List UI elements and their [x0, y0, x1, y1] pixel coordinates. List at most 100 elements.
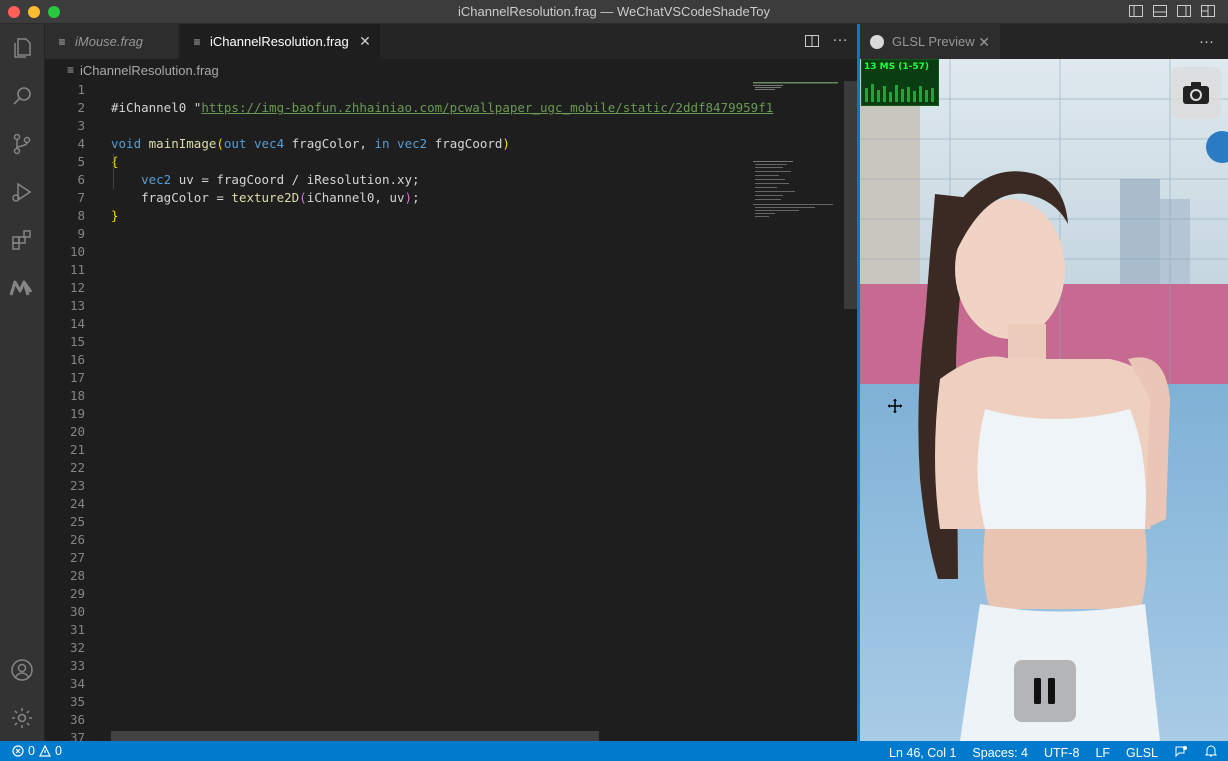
tab-label: iMouse.frag [75, 34, 143, 49]
language-mode[interactable]: GLSL [1126, 746, 1158, 760]
file-lines-icon: ≡ [58, 34, 66, 49]
toggle-panel-icon[interactable] [1152, 3, 1168, 19]
toggle-sidebar-icon[interactable] [1128, 3, 1144, 19]
marketplace-m-icon[interactable] [8, 274, 36, 302]
line-number: 21 [69, 442, 85, 457]
more-actions-icon[interactable]: ··· [832, 32, 848, 49]
line-number: 30 [69, 604, 85, 619]
indentation[interactable]: Spaces: 4 [972, 746, 1028, 760]
source-control-icon[interactable] [8, 130, 36, 158]
camera-icon [1183, 82, 1209, 104]
preview-image [860, 59, 1228, 741]
end-of-line[interactable]: LF [1095, 746, 1110, 760]
vertical-scrollbar[interactable] [844, 81, 858, 741]
toggle-secondary-sidebar-icon[interactable] [1176, 3, 1192, 19]
line-number: 8 [77, 208, 85, 223]
breadcrumb-file[interactable]: iChannelResolution.frag [80, 63, 219, 78]
notifications-bell-icon[interactable] [1204, 744, 1218, 761]
code-line-6: fragColor = texture2D(iChannel0, uv); [141, 190, 420, 205]
code-line-3: void mainImage(out vec4 fragColor, in ve… [111, 136, 510, 151]
window-title: iChannelResolution.frag — WeChatVSCodeSh… [458, 4, 770, 19]
close-tab-icon[interactable]: ✕ [358, 34, 372, 48]
line-number: 24 [69, 496, 85, 511]
line-number: 11 [69, 262, 85, 277]
line-number: 19 [69, 406, 85, 421]
preview-globe-icon [870, 34, 884, 49]
brace-close: } [111, 208, 119, 223]
channel-url-link[interactable]: https://img-baofun.zhhainiao.com/pcwallp… [201, 100, 773, 115]
tab-imouse-frag[interactable]: ≡ iMouse.frag [45, 24, 179, 59]
account-icon[interactable] [8, 656, 36, 684]
search-icon[interactable] [8, 82, 36, 110]
move-cursor-icon [888, 399, 902, 416]
problems-indicator[interactable]: 0 0 [12, 744, 62, 758]
more-actions-icon[interactable]: ··· [1199, 33, 1214, 50]
line-number: 22 [69, 460, 85, 475]
line-number: 17 [69, 370, 85, 385]
encoding[interactable]: UTF-8 [1044, 746, 1079, 760]
activity-bar [0, 24, 44, 741]
editor-tab-bar: ≡ iMouse.frag ≡ iChannelResolution.frag … [45, 24, 858, 59]
warning-count: 0 [54, 744, 62, 758]
minimap[interactable] [752, 81, 842, 231]
fps-meter: 13 MS (1-57) [861, 59, 939, 106]
line-number: 28 [69, 568, 85, 583]
line-number: 10 [69, 244, 85, 259]
line-number: 13 [69, 298, 85, 313]
file-lines-icon: ≡ [67, 63, 75, 77]
line-number: 12 [69, 280, 85, 295]
customize-layout-icon[interactable] [1200, 3, 1216, 19]
title-bar: iChannelResolution.frag — WeChatVSCodeSh… [0, 0, 1228, 24]
line-number: 35 [69, 694, 85, 709]
tab-label: iChannelResolution.frag [210, 34, 349, 49]
cursor-position[interactable]: Ln 46, Col 1 [889, 746, 956, 760]
indent-guide [113, 153, 114, 189]
code-line-4: { [45, 135, 845, 169]
pause-icon [1034, 678, 1055, 704]
explorer-icon[interactable] [8, 34, 36, 62]
line-number: 20 [69, 424, 85, 439]
code-line-5: vec2 uv = fragCoord / iResolution.xy; [45, 153, 845, 187]
line-number: 23 [69, 478, 85, 493]
line-number: 14 [69, 316, 85, 331]
code-line-7: } [45, 189, 845, 223]
error-count: 0 [28, 744, 35, 758]
line-number: 9 [77, 226, 85, 241]
status-bar: 0 0 Ln 46, Col 1 Spaces: 4 UTF-8 LF GLSL [0, 741, 1228, 761]
line-number: 29 [69, 586, 85, 601]
scrollbar-thumb[interactable] [844, 81, 858, 309]
line-number: 32 [69, 640, 85, 655]
feedback-icon[interactable] [1174, 744, 1188, 761]
warning-icon [38, 745, 51, 757]
line-number: 26 [69, 532, 85, 547]
split-editor-icon[interactable] [804, 33, 820, 49]
settings-gear-icon[interactable] [8, 704, 36, 732]
line-number: 25 [69, 514, 85, 529]
shader-preview-canvas[interactable]: 13 MS (1-57) [860, 59, 1228, 741]
line-number: 15 [69, 334, 85, 349]
extensions-icon[interactable] [8, 226, 36, 254]
screenshot-button[interactable] [1171, 67, 1221, 119]
line-number: 36 [69, 712, 85, 727]
tab-label: GLSL Preview [892, 34, 975, 49]
code-line-1: #iChannel0 "https://img-baofun.zhhainiao… [45, 81, 845, 115]
code-editor[interactable]: 1 2 3 4 5 6 7 8 9 10 11 12 13 14 15 16 17 18 19 20 21 22 23 24 2… [45, 81, 858, 741]
line-number: 18 [69, 388, 85, 403]
line-number: 31 [69, 622, 85, 637]
run-debug-icon[interactable] [8, 178, 36, 206]
tab-ichannelresolution-frag[interactable]: ≡ iChannelResolution.frag ✕ [180, 24, 380, 59]
fps-readout: 13 MS (1-57) [864, 62, 929, 72]
preview-tab-bar: GLSL Preview ✕ ··· [860, 24, 1228, 59]
pause-button[interactable] [1014, 660, 1076, 722]
line-number: 33 [69, 658, 85, 673]
tab-glsl-preview[interactable]: GLSL Preview ✕ [860, 24, 1000, 59]
line-number: 34 [69, 676, 85, 691]
horizontal-scrollbar[interactable] [111, 731, 599, 741]
error-icon [12, 745, 24, 757]
file-lines-icon: ≡ [193, 34, 201, 49]
breadcrumb[interactable]: ≡ iChannelResolution.frag [45, 59, 858, 81]
close-tab-icon[interactable]: ✕ [978, 34, 990, 51]
directive-text: #iChannel0 " [111, 100, 202, 115]
line-number: 27 [69, 550, 85, 565]
line-number: 16 [69, 352, 85, 367]
